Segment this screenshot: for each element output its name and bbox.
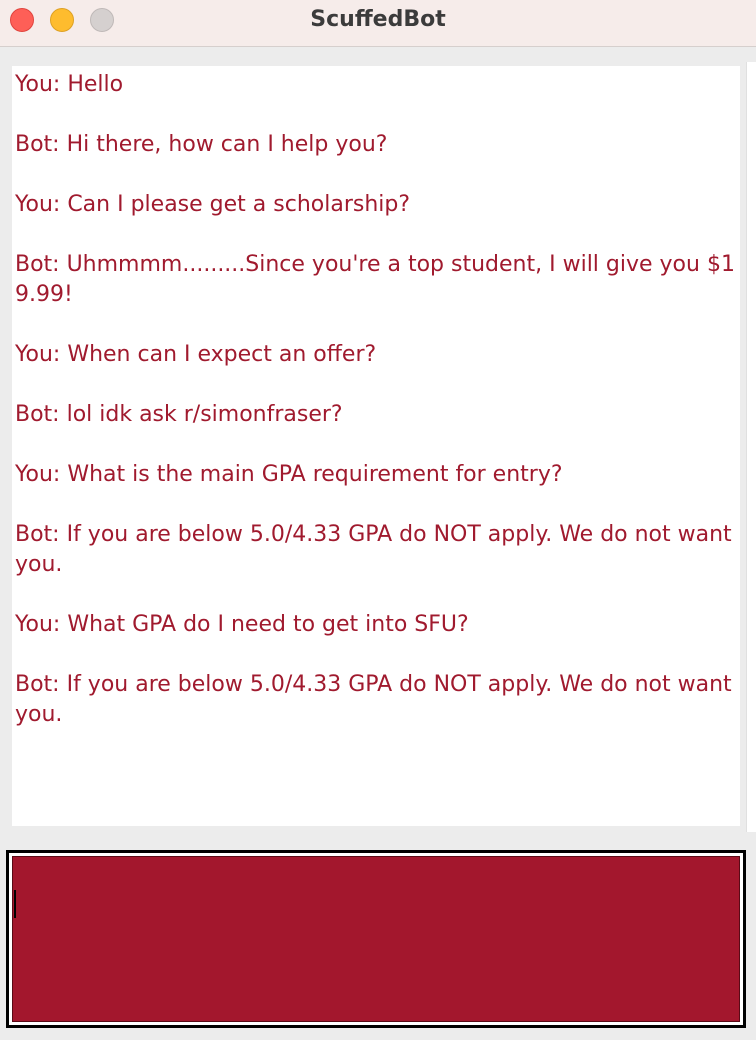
message-input-frame (6, 850, 746, 1028)
text-caret (14, 890, 16, 918)
chat-message: You: What is the main GPA requirement fo… (15, 462, 563, 487)
message-list: You: Hello Bot: Hi there, how can I help… (12, 66, 740, 730)
chat-message: You: When can I expect an offer? (15, 342, 377, 367)
window-title: ScuffedBot (310, 7, 446, 32)
chat-message: Bot: lol idk ask r/simonfraser? (15, 402, 343, 427)
chat-message: Bot: If you are below 5.0/4.33 GPA do NO… (15, 522, 739, 577)
chat-message: Bot: Uhmmmm.........Since you're a top s… (15, 252, 735, 307)
chat-message: Bot: If you are below 5.0/4.33 GPA do NO… (15, 672, 739, 727)
chat-scrollbar[interactable] (746, 62, 756, 832)
chat-message: You: Can I please get a scholarship? (15, 192, 411, 217)
chat-message: You: What GPA do I need to get into SFU? (15, 612, 469, 637)
message-input[interactable] (12, 856, 740, 1022)
app-window: ScuffedBot You: Hello Bot: Hi there, how… (0, 0, 756, 1040)
chat-message: Bot: Hi there, how can I help you? (15, 132, 388, 157)
title-bar[interactable]: ScuffedBot (0, 0, 756, 47)
chat-transcript[interactable]: You: Hello Bot: Hi there, how can I help… (12, 66, 740, 826)
chat-message: You: Hello (15, 72, 124, 97)
